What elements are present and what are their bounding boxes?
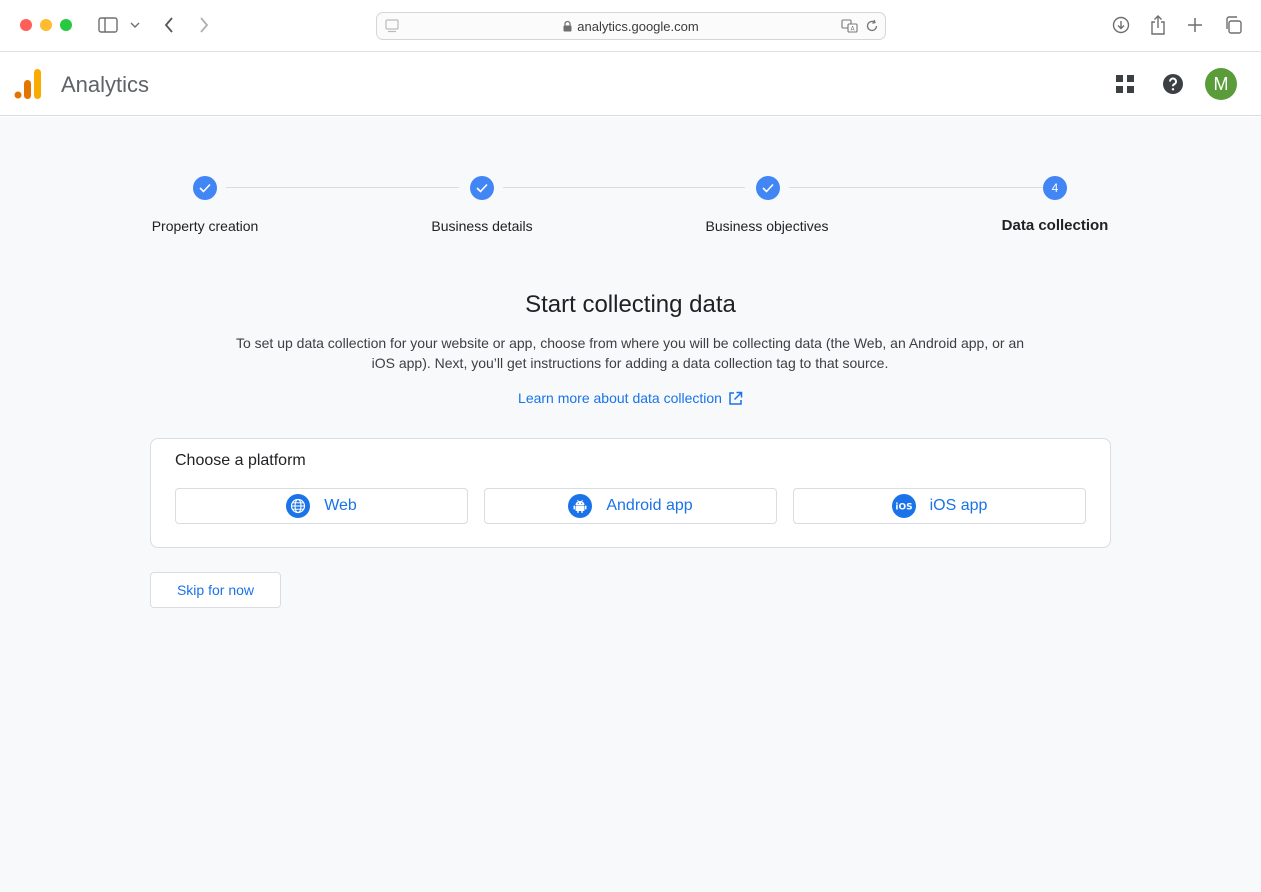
android-icon — [568, 494, 593, 518]
url-text: analytics.google.com — [577, 19, 699, 34]
new-tab-icon[interactable] — [1184, 14, 1206, 36]
close-window-button[interactable] — [20, 19, 32, 31]
step-label-property-creation: Property creation — [151, 218, 259, 234]
translate-icon[interactable]: A — [841, 19, 859, 38]
ios-platform-button[interactable]: iOS iOS app — [793, 488, 1086, 524]
learn-more-label[interactable]: Learn more about data collection — [518, 390, 722, 406]
learn-more-link[interactable]: Learn more about data collection — [0, 390, 1261, 406]
sidebar-toggle-icon[interactable] — [97, 14, 119, 36]
globe-icon — [286, 494, 311, 518]
reload-icon[interactable] — [865, 19, 879, 38]
share-icon[interactable] — [1147, 14, 1169, 36]
chevron-down-icon[interactable] — [126, 14, 144, 36]
app-title: Analytics — [61, 72, 150, 97]
platform-card-title: Choose a platform — [175, 452, 306, 469]
step-1-check-icon — [193, 176, 217, 200]
back-icon[interactable] — [158, 14, 180, 36]
lock-icon — [563, 20, 572, 35]
help-icon[interactable] — [1157, 68, 1189, 100]
download-icon[interactable] — [1110, 14, 1132, 36]
minimize-window-button[interactable] — [40, 19, 52, 31]
zoom-window-button[interactable] — [60, 19, 72, 31]
step-label-business-details: Business details — [431, 218, 533, 234]
stepper-connector — [789, 187, 1043, 188]
browser-toolbar: analytics.google.com A — [0, 0, 1261, 52]
main-content: 4 Property creation Business details Bus… — [0, 117, 1261, 892]
analytics-logo-icon — [14, 68, 44, 100]
stepper-connector — [226, 187, 459, 188]
platform-card: Choose a platform Web Android app iOS iO… — [150, 438, 1111, 548]
apps-grid-icon[interactable] — [1109, 68, 1141, 100]
web-platform-button[interactable]: Web — [175, 488, 468, 524]
address-bar[interactable]: analytics.google.com A — [376, 12, 886, 40]
ios-platform-label: iOS app — [929, 497, 988, 514]
page-title: Start collecting data — [525, 291, 736, 318]
ios-icon: iOS — [891, 494, 916, 518]
web-platform-label: Web — [324, 497, 357, 514]
step-3-check-icon — [756, 176, 780, 200]
android-platform-label: Android app — [606, 497, 693, 514]
app-header: Analytics M — [0, 53, 1261, 116]
ios-icon-text: iOS — [895, 503, 912, 513]
step-label-business-objectives: Business objectives — [705, 218, 829, 234]
tab-overview-icon[interactable] — [1222, 14, 1244, 36]
avatar[interactable]: M — [1205, 68, 1237, 100]
open-in-new-icon — [729, 391, 743, 405]
step-4-number: 4 — [1043, 176, 1067, 200]
page-description: To set up data collection for your websi… — [235, 335, 1025, 371]
android-platform-button[interactable]: Android app — [484, 488, 777, 524]
forward-icon[interactable] — [193, 14, 215, 36]
step-2-check-icon — [470, 176, 494, 200]
skip-button[interactable]: Skip for now — [150, 572, 281, 608]
stepper-connector — [503, 187, 745, 188]
step-label-data-collection: Data collection — [1001, 217, 1109, 234]
